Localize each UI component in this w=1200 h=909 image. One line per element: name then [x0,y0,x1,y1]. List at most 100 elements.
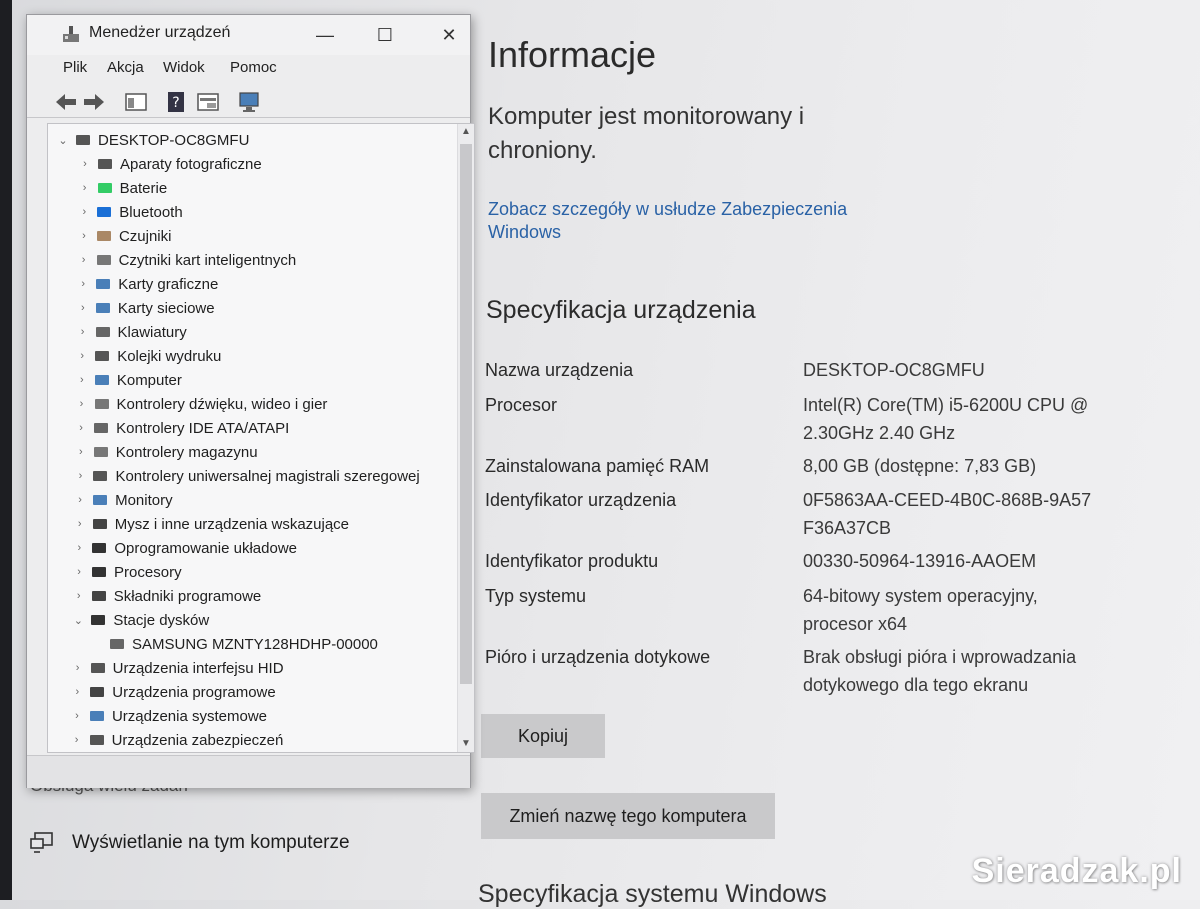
properties-view-icon[interactable] [123,90,149,114]
tree-item[interactable]: › Czujniki [77,224,171,248]
toolbar: ? [27,87,470,118]
scan-hardware-icon[interactable] [237,90,263,114]
tree-item-label: Klawiatury [117,323,187,341]
usb-icon [93,471,108,481]
tree-scrollbar[interactable]: ▲ ▼ [457,124,474,752]
tree-item-label: DESKTOP-OC8GMFU [98,131,250,149]
minimize-button[interactable]: — [303,19,347,51]
tree-item[interactable]: › Bluetooth [77,200,182,224]
tree-item-label: Aparaty fotograficzne [120,155,262,173]
collapse-chevron-icon[interactable]: ⌄ [71,614,85,627]
back-arrow-icon[interactable] [53,90,79,114]
expand-chevron-icon[interactable]: › [72,566,86,578]
expand-chevron-icon[interactable]: › [71,662,85,674]
rename-pc-button[interactable]: Zmień nazwę tego komputera [481,793,775,839]
computer-icon [76,135,90,145]
spec-value: 0F5863AA-CEED-4B0C-868B-9A57F36A37CB [803,490,1092,538]
tree-item[interactable]: › Kontrolery dźwięku, wideo i gier [75,392,328,416]
monitor-icon [93,495,108,505]
expand-chevron-icon[interactable]: › [70,686,84,698]
tree-item[interactable]: ⌄ Stacje dysków [71,608,209,632]
expand-chevron-icon[interactable]: › [77,254,91,266]
expand-chevron-icon[interactable]: › [75,350,89,362]
expand-chevron-icon[interactable]: › [76,278,90,290]
expand-chevron-icon[interactable]: › [78,158,92,170]
tree-item[interactable]: › Procesory [72,560,181,584]
tree-item[interactable]: › Mysz i inne urządzenia wskazujące [73,512,349,536]
tree-item[interactable]: › Urządzenia programowe [70,680,275,704]
expand-chevron-icon[interactable]: › [72,542,86,554]
device-tree[interactable]: ⌄ DESKTOP-OC8GMFU › Aparaty fotograficzne › B… [47,123,475,753]
expand-chevron-icon[interactable]: › [73,494,87,506]
tree-root[interactable]: ⌄ DESKTOP-OC8GMFU [56,128,249,152]
sidebar-item-projecting[interactable]: Wyświetlanie na tym komputerze [30,832,350,854]
tree-item[interactable]: › Czytniki kart inteligentnych [77,248,296,272]
tree-item[interactable]: › Kontrolery IDE ATA/ATAPI [74,416,289,440]
tree-item[interactable]: › Składniki programowe [72,584,262,608]
expand-chevron-icon[interactable]: › [70,734,84,746]
tree-item[interactable]: › Karty sieciowe [76,296,215,320]
security-device-icon [89,735,104,745]
tree-item-label: Komputer [116,371,182,389]
expand-chevron-icon[interactable]: › [75,374,89,386]
menu-view[interactable]: Widok [163,59,205,76]
tree-item-label: Składniki programowe [113,587,262,605]
device-spec-title: Specyfikacja urządzenia [486,296,756,324]
tree-item[interactable]: › Komputer [75,368,182,392]
security-details-link[interactable]: Zobacz szczegóły w usłudze Zabezpieczeni… [488,198,878,244]
expand-chevron-icon[interactable]: › [74,422,88,434]
title-bar[interactable]: Menedżer urządzeń — ☐ ✕ [27,15,470,55]
copy-button[interactable]: Kopiuj [481,714,605,758]
tree-item[interactable]: › Karty graficzne [76,272,218,296]
tree-item[interactable]: › Aparaty fotograficzne [78,152,262,176]
tree-item[interactable]: › Urządzenia zabezpieczeń [70,728,284,752]
collapse-chevron-icon[interactable]: ⌄ [56,134,70,147]
scroll-thumb[interactable] [460,144,472,684]
windows-spec-title: Specyfikacja systemu Windows [478,880,827,908]
help-icon[interactable]: ? [163,90,189,114]
spec-value: Brak obsługi pióra i wprowadzania dotyko… [803,647,1077,695]
device-manager-icon [63,26,79,42]
close-button[interactable]: ✕ [427,19,471,51]
expand-chevron-icon[interactable]: › [75,398,89,410]
expand-chevron-icon[interactable]: › [78,182,92,194]
expand-chevron-icon[interactable]: › [74,446,88,458]
menu-action[interactable]: Akcja [107,59,144,76]
tree-item[interactable]: › Monitory [73,488,173,512]
tree-item-label: Monitory [115,491,173,509]
expand-chevron-icon[interactable]: › [76,326,90,338]
forward-arrow-icon[interactable] [81,90,107,114]
expand-chevron-icon[interactable]: › [73,518,87,530]
expand-chevron-icon[interactable]: › [77,230,91,242]
tree-item[interactable]: › Urządzenia interfejsu HID [71,656,284,680]
scroll-up-arrow-icon[interactable]: ▲ [458,124,474,140]
tree-item[interactable]: › Kontrolery uniwersalnej magistrali szer… [73,464,420,488]
disk-drive-icon [91,615,106,625]
expand-chevron-icon[interactable]: › [70,710,84,722]
expand-chevron-icon[interactable]: › [76,302,90,314]
menu-help[interactable]: Pomoc [230,59,277,76]
scroll-down-arrow-icon[interactable]: ▼ [458,736,474,752]
computer-icon [94,375,109,385]
speaker-icon [94,399,109,409]
spec-label: Identyfikator produktu [485,551,659,571]
tree-item[interactable]: › Klawiatury [76,320,187,344]
device-list-icon[interactable] [195,90,221,114]
expand-chevron-icon[interactable]: › [72,590,86,602]
tree-item[interactable]: › Kolejki wydruku [75,344,221,368]
tree-item[interactable]: SAMSUNG MZNTY128HDHP-00000 [90,632,378,656]
tree-item[interactable]: › Oprogramowanie układowe [72,536,297,560]
ide-controller-icon [94,423,109,433]
tree-item[interactable]: › Kontrolery magazynu [74,440,258,464]
tree-item-label: Kontrolery dźwięku, wideo i gier [116,395,328,413]
software-device-icon [90,687,105,697]
maximize-button[interactable]: ☐ [363,19,407,51]
expand-chevron-icon[interactable]: › [73,470,87,482]
spec-label: Zainstalowana pamięć RAM [485,456,710,476]
tree-item[interactable]: › Baterie [78,176,167,200]
menu-file[interactable]: Plik [63,59,87,76]
tree-item[interactable]: › Urządzenia systemowe [70,704,267,728]
storage-controller-icon [93,447,108,457]
expand-chevron-icon[interactable]: › [77,206,91,218]
spec-value: 64-bitowy system operacyjny, procesor x6… [803,586,1038,634]
